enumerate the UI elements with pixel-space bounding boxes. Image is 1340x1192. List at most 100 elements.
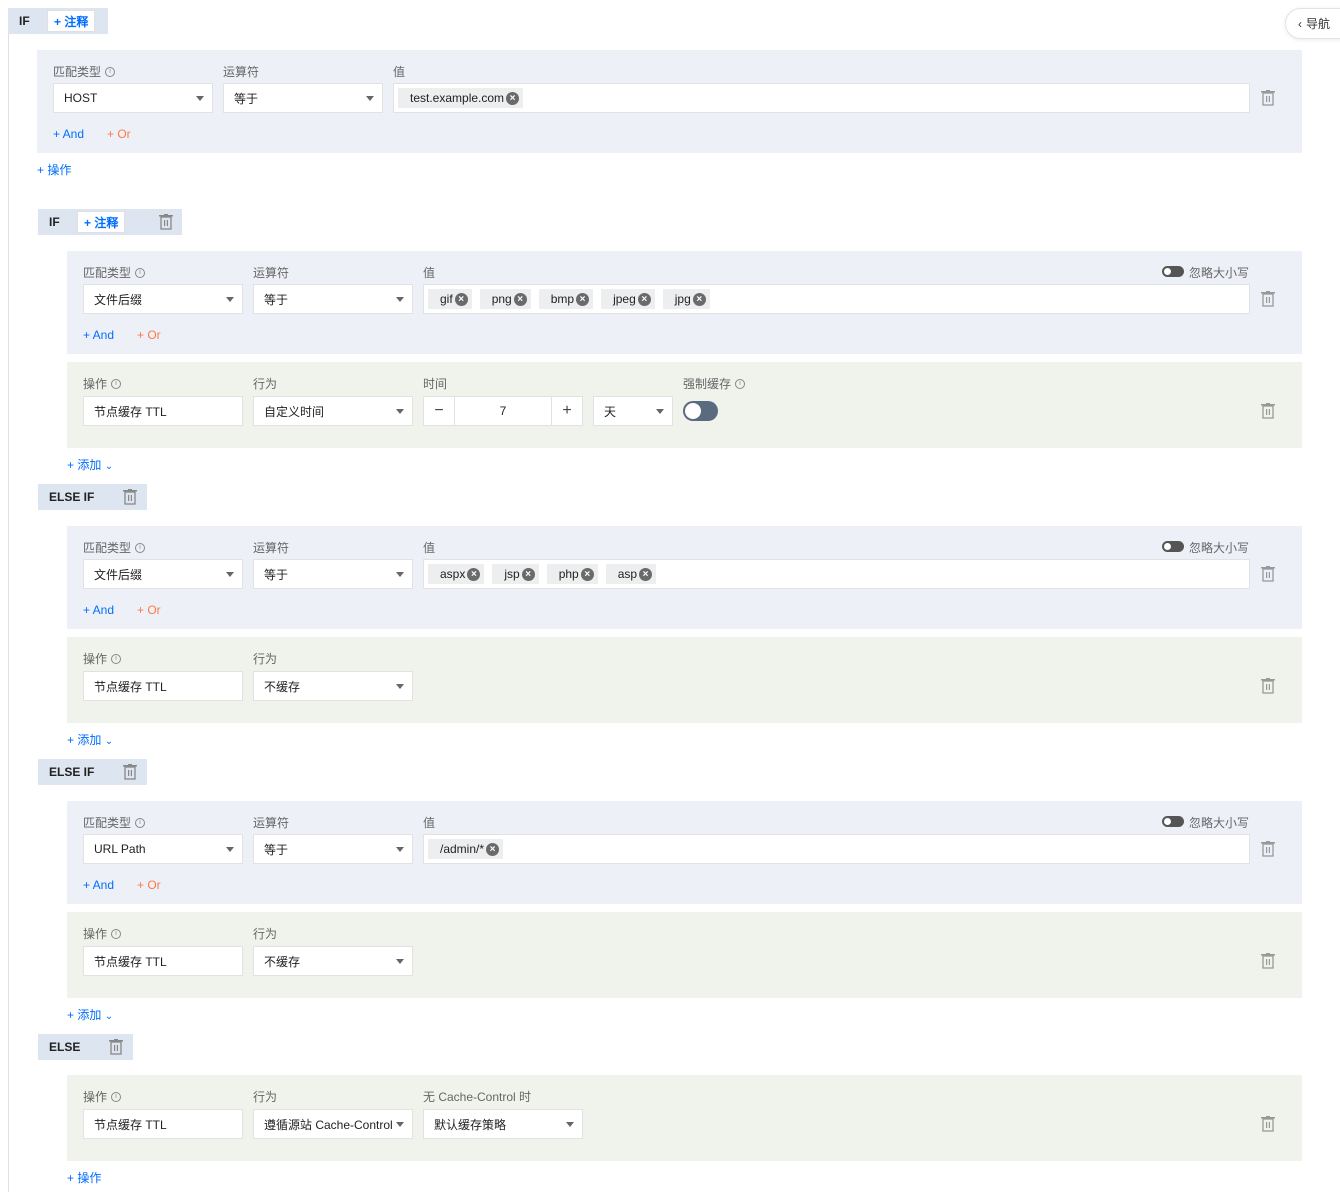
add-or-button[interactable]: + Or (137, 603, 161, 617)
add-and-button[interactable]: + And (83, 603, 114, 617)
remove-chip-icon[interactable]: × (486, 842, 500, 856)
behavior-label: 行为 (253, 652, 278, 666)
delete-rule-icon[interactable] (123, 489, 137, 505)
condition-panel: 匹配类型 i 运算符 值 HOST 等于 test.example.com × + … (37, 50, 1302, 153)
time-unit-select[interactable]: 天 (593, 396, 673, 426)
delete-action-icon[interactable] (1261, 953, 1275, 969)
else-tag: ELSE (38, 1034, 133, 1060)
ignore-case-toggle[interactable] (1162, 541, 1184, 552)
else-label: ELSE (49, 1040, 81, 1054)
delete-condition-icon[interactable] (1261, 566, 1275, 582)
match-type-label: 匹配类型 i (53, 63, 116, 80)
add-note-button[interactable]: + 注释 (47, 10, 96, 32)
match-type-select[interactable]: HOST (53, 83, 213, 113)
value-chip: /admin/* × (428, 839, 504, 859)
remove-chip-icon[interactable]: × (576, 292, 590, 306)
info-icon: i (111, 378, 122, 389)
value-chip: jpg × (662, 289, 710, 309)
behavior-select[interactable]: 不缓存 (253, 671, 413, 701)
fallback-policy-select[interactable]: 默认缓存策略 (423, 1109, 583, 1139)
else-if-tag: ELSE IF (38, 484, 147, 510)
match-type-label: 匹配类型 i (83, 264, 146, 281)
delete-condition-icon[interactable] (1261, 841, 1275, 857)
delete-rule-icon[interactable] (109, 1039, 123, 1055)
nav-button[interactable]: ‹ 导航 (1285, 8, 1340, 39)
operator-select[interactable]: 等于 (253, 834, 413, 864)
action-type-field[interactable]: 节点缓存 TTL (83, 1109, 243, 1139)
action-type-field[interactable]: 节点缓存 TTL (83, 396, 243, 426)
operator-label: 运算符 (253, 266, 290, 280)
add-or-button[interactable]: + Or (107, 127, 131, 141)
match-type-select[interactable]: 文件后缀 (83, 284, 243, 314)
add-dropdown-button[interactable]: + 添加 ⌄ (67, 1006, 113, 1023)
match-type-select[interactable]: 文件后缀 (83, 559, 243, 589)
add-dropdown-button[interactable]: + 添加 ⌄ (67, 731, 113, 748)
add-and-button[interactable]: + And (83, 878, 114, 892)
condition-panel: 匹配类型 i 运算符 值 忽略大小写 文件后缀 等于 gif × png × bmp ×… (67, 251, 1302, 354)
operator-select[interactable]: 等于 (253, 559, 413, 589)
delete-rule-icon[interactable] (159, 214, 173, 230)
remove-chip-icon[interactable]: × (454, 292, 468, 306)
behavior-select[interactable]: 不缓存 (253, 946, 413, 976)
behavior-select[interactable]: 遵循源站 Cache-Control (253, 1109, 413, 1139)
time-value[interactable]: 7 (454, 397, 552, 425)
value-chip: php × (546, 564, 598, 584)
delete-action-icon[interactable] (1261, 403, 1275, 419)
add-action-button[interactable]: + 操作 (37, 161, 71, 178)
action-panel: 操作 i 行为 无 Cache-Control 时 节点缓存 TTL 遵循源站 C… (67, 1075, 1302, 1161)
behavior-select[interactable]: 自定义时间 (253, 396, 413, 426)
add-or-button[interactable]: + Or (137, 878, 161, 892)
remove-chip-icon[interactable]: × (692, 292, 706, 306)
info-icon: i (735, 378, 746, 389)
delete-condition-icon[interactable] (1261, 90, 1275, 106)
add-dropdown-button[interactable]: + 添加 ⌄ (67, 456, 113, 473)
match-type-select[interactable]: URL Path (83, 834, 243, 864)
add-or-button[interactable]: + Or (137, 328, 161, 342)
delete-action-icon[interactable] (1261, 678, 1275, 694)
action-type-field[interactable]: 节点缓存 TTL (83, 671, 243, 701)
delete-condition-icon[interactable] (1261, 291, 1275, 307)
caret-down-icon (366, 96, 374, 101)
remove-chip-icon[interactable]: × (467, 567, 481, 581)
add-note-button[interactable]: + 注释 (77, 211, 126, 233)
ignore-case-toggle[interactable] (1162, 816, 1184, 827)
ignore-case-label: 忽略大小写 (1189, 816, 1250, 830)
action-type-field[interactable]: 节点缓存 TTL (83, 946, 243, 976)
ignore-case-label: 忽略大小写 (1189, 541, 1250, 555)
chevron-left-icon: ‹ (1298, 16, 1302, 31)
delete-rule-icon[interactable] (123, 764, 137, 780)
info-icon: i (135, 542, 146, 553)
add-and-button[interactable]: + And (53, 127, 84, 141)
operator-label: 运算符 (223, 65, 260, 79)
force-cache-toggle[interactable] (683, 401, 718, 421)
behavior-label: 行为 (253, 1090, 278, 1104)
value-input[interactable]: gif × png × bmp × jpeg × jpg × (423, 284, 1250, 314)
condition-panel: 匹配类型 i 运算符 值 忽略大小写 文件后缀 等于 aspx × jsp × php… (67, 526, 1302, 629)
add-and-button[interactable]: + And (83, 328, 114, 342)
add-action-button[interactable]: + 操作 (67, 1169, 101, 1186)
value-label: 值 (423, 816, 436, 830)
value-input[interactable]: test.example.com × (393, 83, 1250, 113)
operator-select[interactable]: 等于 (223, 83, 383, 113)
remove-chip-icon[interactable]: × (639, 567, 653, 581)
plus-button[interactable]: + (552, 397, 582, 425)
operator-select[interactable]: 等于 (253, 284, 413, 314)
time-stepper[interactable]: − 7 + (423, 396, 583, 426)
ignore-case-toggle[interactable] (1162, 266, 1184, 277)
remove-chip-icon[interactable]: × (506, 91, 520, 105)
action-panel: 操作 i 行为 节点缓存 TTL 不缓存 (67, 637, 1302, 723)
remove-chip-icon[interactable]: × (637, 292, 651, 306)
remove-chip-icon[interactable]: × (521, 567, 535, 581)
match-type-label: 匹配类型 i (83, 539, 146, 556)
minus-button[interactable]: − (424, 397, 454, 425)
caret-down-icon (396, 297, 404, 302)
force-cache-label: 强制缓存 i (683, 375, 746, 392)
value-input[interactable]: aspx × jsp × php × asp × (423, 559, 1250, 589)
value-chip: test.example.com × (398, 88, 524, 108)
remove-chip-icon[interactable]: × (513, 292, 527, 306)
delete-action-icon[interactable] (1261, 1116, 1275, 1132)
action-label: 操作 i (83, 1088, 122, 1105)
remove-chip-icon[interactable]: × (580, 567, 594, 581)
value-input[interactable]: /admin/* × (423, 834, 1250, 864)
no-cache-control-label: 无 Cache-Control 时 (423, 1090, 532, 1104)
